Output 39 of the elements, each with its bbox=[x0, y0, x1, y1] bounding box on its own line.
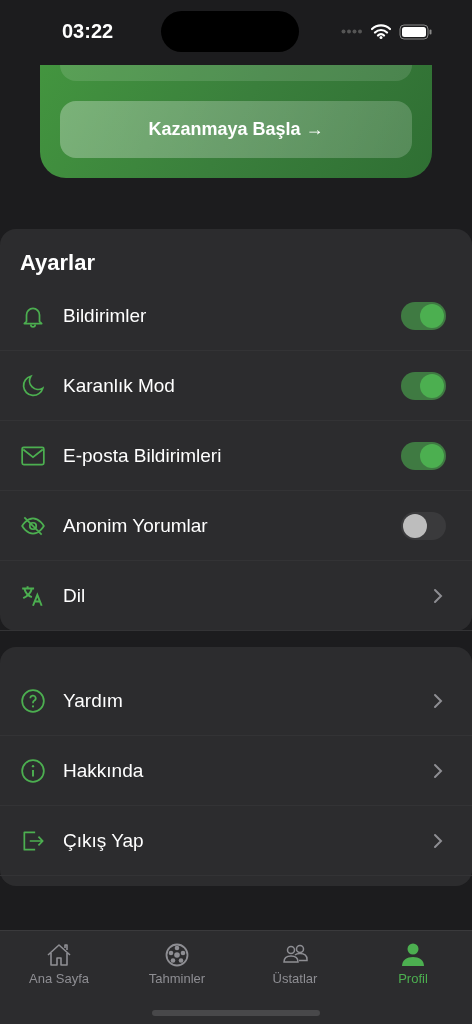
info-icon bbox=[20, 757, 46, 784]
row-label: Yardım bbox=[63, 689, 124, 712]
toggle-switch[interactable] bbox=[401, 511, 446, 540]
row-label: Anonim Yorumlar bbox=[63, 514, 209, 537]
row-label: Dil bbox=[63, 584, 87, 607]
battery-icon bbox=[399, 23, 432, 40]
tab-item[interactable]: Tahminler bbox=[118, 941, 236, 986]
settings-row[interactable]: Çıkış Yap bbox=[0, 806, 472, 876]
settings-row[interactable]: Karanlık Mod bbox=[0, 351, 472, 421]
section-title: Ayarlar bbox=[19, 249, 96, 277]
status-time: 03:22 bbox=[62, 20, 114, 43]
soccer-ball-icon bbox=[163, 941, 191, 969]
tab-item[interactable]: Profil bbox=[354, 941, 472, 986]
home-icon bbox=[45, 941, 73, 969]
chevron-right-icon bbox=[433, 832, 443, 849]
row-label: Karanlık Mod bbox=[63, 374, 176, 397]
tab-item[interactable]: Üstatlar bbox=[236, 941, 354, 986]
row-label: Bildirimler bbox=[63, 304, 148, 327]
tab-item[interactable]: Ana Sayfa bbox=[0, 941, 118, 986]
row-label: Çıkış Yap bbox=[63, 829, 145, 852]
toggle-switch[interactable] bbox=[401, 301, 446, 330]
row-label: E-posta Bildirimleri bbox=[63, 444, 223, 467]
person-icon bbox=[399, 941, 427, 969]
help-icon bbox=[20, 687, 46, 714]
chevron-right-icon bbox=[433, 587, 443, 604]
toggle-switch[interactable] bbox=[401, 441, 446, 470]
settings-row[interactable]: Hakkında bbox=[0, 736, 472, 806]
chevron-right-icon bbox=[433, 692, 443, 709]
toggle-switch[interactable] bbox=[401, 371, 446, 400]
chevron-right-icon bbox=[433, 762, 443, 779]
wifi-icon bbox=[371, 24, 391, 39]
row-label: Hakkında bbox=[63, 759, 145, 782]
signal-icon bbox=[341, 29, 363, 34]
settings-row[interactable]: Dil bbox=[0, 561, 472, 631]
settings-row[interactable]: Bildirimler bbox=[0, 281, 472, 351]
settings-row[interactable]: E-posta Bildirimleri bbox=[0, 421, 472, 491]
settings-row[interactable]: Yardım bbox=[0, 666, 472, 736]
settings-row[interactable]: Anonim Yorumlar bbox=[0, 491, 472, 561]
moon-icon bbox=[20, 372, 46, 399]
